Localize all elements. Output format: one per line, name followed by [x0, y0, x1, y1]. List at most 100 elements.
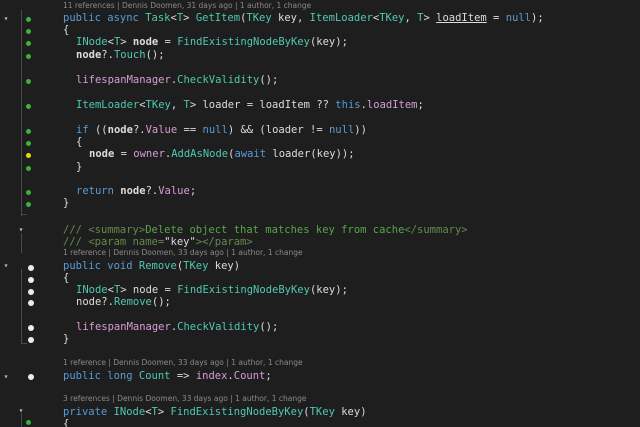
- brace: }: [63, 333, 70, 345]
- operator: ??: [316, 99, 329, 111]
- coverage-uncovered-icon: [28, 337, 34, 343]
- punct: ();: [151, 296, 171, 308]
- codelens-author[interactable]: Dennis Doomen, 31 days ago: [122, 1, 233, 10]
- keyword: public: [63, 370, 101, 382]
- chevron-down-icon[interactable]: ▾: [2, 373, 10, 381]
- coverage-covered-icon: [26, 104, 31, 109]
- codelens-references[interactable]: 3 references: [63, 394, 110, 403]
- type-name: TKey: [145, 99, 171, 111]
- coverage-covered-icon: [26, 141, 31, 146]
- punct: ;: [265, 370, 272, 382]
- coverage-covered-icon: [26, 29, 31, 34]
- code-line[interactable]: lifespanManager.CheckValidity();: [76, 73, 640, 87]
- identifier: loadItem: [259, 99, 310, 111]
- chevron-down-icon[interactable]: ▾: [17, 226, 25, 234]
- keyword: this: [335, 99, 361, 111]
- code-line[interactable]: }: [63, 196, 640, 210]
- identifier: node: [132, 36, 159, 48]
- glyph-margin[interactable]: ▾ ▾ ▾ ▾ ▾: [0, 0, 58, 427]
- codelens-references[interactable]: 1 reference: [63, 248, 106, 257]
- code-line[interactable]: public long Count => index.Count;: [63, 369, 640, 383]
- coverage-uncovered-icon: [28, 300, 34, 306]
- brace: {: [63, 272, 70, 284]
- codelens-references[interactable]: 1 reference: [63, 358, 106, 367]
- args: (key);: [309, 36, 348, 48]
- code-line[interactable]: ItemLoader<TKey, T> loader = loadItem ??…: [76, 98, 640, 112]
- xml-attr: name=: [132, 236, 165, 248]
- operator: =: [246, 99, 254, 111]
- codelens-changes[interactable]: 1 author, 1 change: [240, 1, 311, 10]
- coverage-partial-icon: [26, 153, 31, 158]
- identifier: node: [89, 148, 115, 160]
- coverage-covered-icon: [26, 79, 31, 84]
- outline-end: [21, 343, 27, 344]
- method-name: AddAsNode: [171, 148, 229, 160]
- codelens-changes[interactable]: 1 author, 1 change: [235, 394, 306, 403]
- brace: {: [63, 24, 70, 36]
- coverage-uncovered-icon: [28, 277, 34, 283]
- brace: }: [76, 161, 83, 173]
- code-line[interactable]: node?.Touch();: [76, 48, 640, 62]
- codelens[interactable]: 3 references | Dennis Doomen, 33 days ag…: [63, 394, 640, 404]
- chevron-down-icon[interactable]: ▾: [2, 262, 10, 270]
- method-name: CheckValidity: [177, 74, 260, 86]
- code-line[interactable]: node?.Remove();: [76, 295, 640, 309]
- codelens-references[interactable]: 11 references: [63, 1, 115, 10]
- code-line[interactable]: }: [63, 332, 640, 346]
- code-area[interactable]: 11 references | Dennis Doomen, 31 days a…: [58, 0, 640, 427]
- brace: {: [63, 418, 70, 427]
- coverage-covered-icon: [26, 54, 31, 59]
- identifier: loader: [202, 99, 241, 111]
- code-line[interactable]: {: [63, 417, 640, 427]
- type-name: ItemLoader: [76, 99, 140, 111]
- codelens-author[interactable]: Dennis Doomen, 33 days ago: [117, 394, 228, 403]
- punct: >: [189, 99, 197, 111]
- codelens-changes[interactable]: 1 author, 1 change: [231, 248, 302, 257]
- coverage-covered-icon: [26, 202, 31, 207]
- coverage-covered-icon: [26, 190, 31, 195]
- property-name: Count: [233, 370, 266, 382]
- codelens[interactable]: 1 reference | Dennis Doomen, 33 days ago…: [63, 358, 640, 368]
- code-editor[interactable]: ▾ ▾ ▾ ▾ ▾ 11 references | Dennis Doomen,…: [0, 0, 640, 427]
- method-name: FindExistingNodeByKey: [177, 36, 310, 48]
- punct: ;: [417, 99, 424, 111]
- identifier: node: [76, 49, 102, 61]
- brace: }: [63, 197, 70, 209]
- codelens[interactable]: 11 references | Dennis Doomen, 31 days a…: [63, 1, 640, 11]
- operator: =: [164, 36, 171, 48]
- outline-guide: [21, 10, 22, 216]
- property-name: Count: [138, 370, 171, 382]
- operator: ?.: [101, 296, 114, 308]
- coverage-uncovered-icon: [28, 325, 34, 331]
- punct: ();: [145, 49, 165, 61]
- field-name: owner: [133, 148, 165, 160]
- codelens[interactable]: 1 reference | Dennis Doomen, 33 days ago…: [63, 248, 640, 258]
- chevron-down-icon[interactable]: ▾: [2, 15, 10, 23]
- outline-end: [21, 214, 27, 215]
- chevron-down-icon[interactable]: ▾: [17, 407, 25, 415]
- coverage-uncovered-icon: [28, 265, 34, 271]
- punct: ();: [259, 74, 279, 86]
- doc-comment-line[interactable]: /// <param name="key"></param>: [63, 235, 640, 249]
- xml-attr-value: "key": [164, 236, 196, 248]
- method-name: Remove: [113, 296, 152, 308]
- code-line[interactable]: }: [76, 160, 640, 174]
- punct: >: [120, 36, 127, 48]
- codelens-author[interactable]: Dennis Doomen, 33 days ago: [113, 248, 224, 257]
- operator: =>: [176, 370, 190, 382]
- brace: {: [76, 136, 83, 148]
- xml-tag: <param: [88, 236, 127, 248]
- codelens-author[interactable]: Dennis Doomen, 33 days ago: [113, 358, 224, 367]
- type-name: INode: [76, 36, 108, 48]
- method-name: Touch: [113, 49, 146, 61]
- code-line[interactable]: node = owner.AddAsNode(await loader(key)…: [89, 147, 640, 161]
- field-name: loadItem: [366, 99, 418, 111]
- coverage-uncovered-icon: [28, 289, 34, 295]
- code-line[interactable]: INode<T> node = FindExistingNodeByKey(ke…: [76, 35, 640, 49]
- keyword: long: [107, 370, 133, 382]
- operator: =: [120, 148, 127, 160]
- punct: ,: [170, 99, 178, 111]
- args: loader(key));: [272, 148, 355, 160]
- codelens-changes[interactable]: 1 author, 1 change: [231, 358, 302, 367]
- coverage-covered-icon: [26, 420, 31, 425]
